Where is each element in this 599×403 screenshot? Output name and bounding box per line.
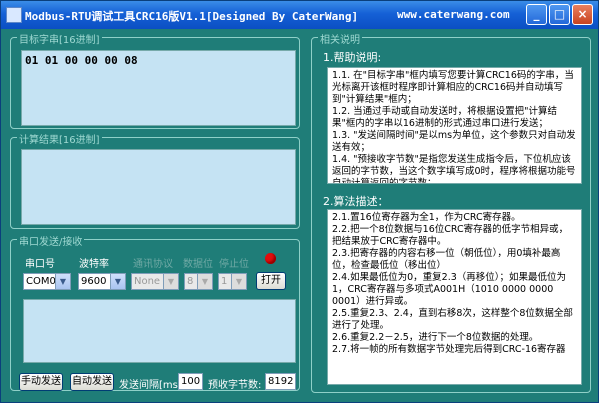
expect-bytes-input[interactable]: 8192 <box>265 373 296 390</box>
serial-label: 串口发送/接收 <box>17 233 85 248</box>
title-bar[interactable]: Modbus-RTU调试工具CRC16版V1.1[Designed By Cat… <box>1 1 598 29</box>
target-string-label: 目标字串[16进制] <box>17 31 102 46</box>
databits-value: 8 <box>187 276 194 287</box>
interval-input[interactable]: 100 <box>178 373 203 390</box>
open-port-button[interactable]: 打开 <box>256 272 286 290</box>
help-group-label: 相关说明 <box>318 31 362 46</box>
minimize-button[interactable]: _ <box>526 4 547 25</box>
help-line: 1.2. 当通过手动或自动发送时，将根据设置把"计算结果"框内的字串以16进制的… <box>332 106 558 129</box>
baud-select[interactable]: 9600 ▼ <box>78 273 126 290</box>
maximize-button[interactable]: □ <box>549 4 570 25</box>
stopbits-value: 1 <box>221 276 228 287</box>
interval-label: 发送间隔[ms] <box>119 380 182 391</box>
algorithm-line: 2.3.把寄存器的内容右移一位（朝低位），用0填补最高位，检查最低位（移出位） <box>332 248 561 271</box>
close-button[interactable]: × <box>572 4 593 25</box>
help-line: 1.4. "预接收字节数"是指您发送生成指令后，下位机应该返回的字节数，当这个数… <box>332 154 576 184</box>
algorithm-line: 2.1.置16位寄存器为全1，作为CRC寄存器。 <box>332 212 521 223</box>
stopbits-select[interactable]: 1 ▼ <box>218 273 247 290</box>
algorithm-line: 2.6.重复2.2－2.5，进行下一个8位数据的处理。 <box>332 332 539 343</box>
target-string-input[interactable]: 01 01 00 00 00 08 <box>21 50 296 126</box>
help-text-box[interactable]: 1.1. 在"目标字串"框内填写您要计算CRC16码的字串，当光标离开该框时程序… <box>327 67 582 184</box>
databits-select[interactable]: 8 ▼ <box>184 273 213 290</box>
baud-value: 9600 <box>81 276 107 287</box>
algorithm-line: 2.4.如果最低位为0，重复2.3（再移位）；如果最低位为1，CRC寄存器与多项… <box>332 272 567 307</box>
window-title: Modbus-RTU调试工具CRC16版V1.1[Designed By Cat… <box>25 10 359 23</box>
chevron-down-icon: ▼ <box>163 274 178 289</box>
baud-label: 波特率 <box>79 259 109 270</box>
chevron-down-icon: ▼ <box>231 274 246 289</box>
chevron-down-icon: ▼ <box>55 274 70 289</box>
manual-send-button[interactable]: 手动发送 <box>19 373 63 391</box>
protocol-label: 通讯协议 <box>133 259 173 270</box>
help-line: 1.3. "发送间隔时间"是以ms为单位，这个参数只对自动发送有效； <box>332 130 576 153</box>
port-label: 串口号 <box>25 259 55 270</box>
chevron-down-icon: ▼ <box>110 274 125 289</box>
protocol-value: None <box>134 276 161 287</box>
help-title: 1.帮助说明: <box>323 51 382 64</box>
auto-send-button[interactable]: 自动发送 <box>70 373 114 391</box>
status-led <box>265 253 276 264</box>
expect-bytes-label: 预收字节数: <box>208 380 262 391</box>
result-output[interactable] <box>21 149 296 225</box>
algorithm-line: 2.7.将一帧的所有数据字节处理完后得到CRC-16寄存器 <box>332 344 566 355</box>
chevron-down-icon: ▼ <box>197 274 212 289</box>
databits-label: 数据位 <box>183 259 213 270</box>
website-url: www.caterwang.com <box>397 8 510 21</box>
algorithm-title: 2.算法描述： <box>323 195 389 208</box>
result-label: 计算结果[16进制] <box>17 131 102 146</box>
serial-receive-box[interactable] <box>23 299 296 363</box>
algorithm-line: 2.5.重复2.3、2.4，直到右移8次，这样整个8位数据全部进行了处理。 <box>332 308 573 331</box>
protocol-select[interactable]: None ▼ <box>131 273 179 290</box>
main-window: Modbus-RTU调试工具CRC16版V1.1[Designed By Cat… <box>0 0 599 403</box>
port-select[interactable]: COM01 ▼ <box>23 273 71 290</box>
app-icon <box>6 7 22 23</box>
algorithm-line: 2.2.把一个8位数据与16位CRC寄存器的低字节相异或，把结果放于CRC寄存器… <box>332 224 569 247</box>
stopbits-label: 停止位 <box>219 259 249 270</box>
help-line: 1.1. 在"目标字串"框内填写您要计算CRC16码的字串，当光标离开该框时程序… <box>332 70 574 105</box>
algorithm-text-box[interactable]: 2.1.置16位寄存器为全1，作为CRC寄存器。 2.2.把一个8位数据与16位… <box>327 209 582 385</box>
